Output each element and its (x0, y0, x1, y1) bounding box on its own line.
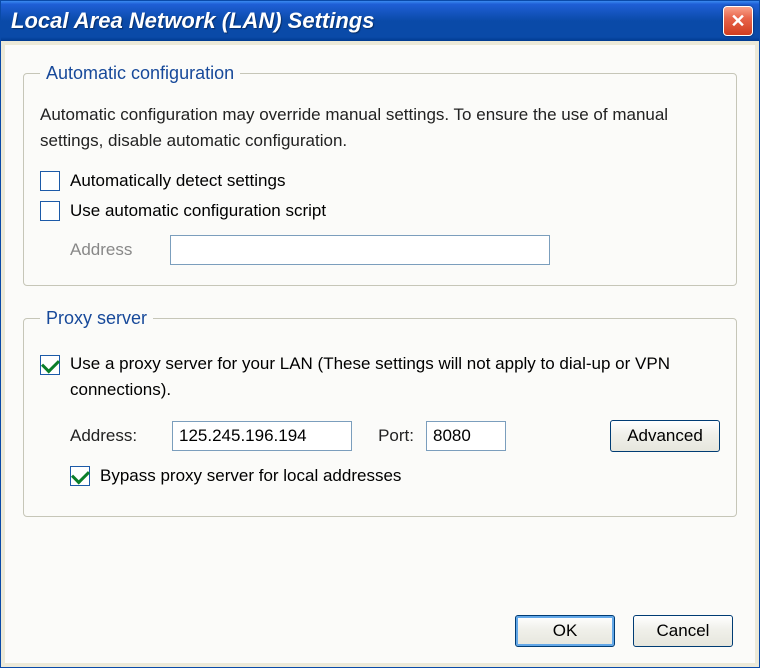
button-bar: OK Cancel (23, 609, 737, 649)
cancel-button[interactable]: Cancel (633, 615, 733, 647)
proxy-server-group: Proxy server Use a proxy server for your… (23, 308, 737, 517)
script-address-input (170, 235, 550, 265)
script-address-row: Address (70, 235, 720, 265)
ok-button[interactable]: OK (515, 615, 615, 647)
automatic-configuration-group: Automatic configuration Automatic config… (23, 63, 737, 286)
proxy-address-input[interactable] (172, 421, 352, 451)
script-address-label: Address (70, 240, 160, 260)
titlebar: Local Area Network (LAN) Settings ✕ (1, 1, 759, 41)
auto-detect-checkbox[interactable] (40, 171, 60, 191)
bypass-checkbox[interactable] (70, 466, 90, 486)
use-script-checkbox[interactable] (40, 201, 60, 221)
auto-config-description: Automatic configuration may override man… (40, 102, 720, 153)
proxy-server-legend: Proxy server (40, 308, 153, 329)
use-proxy-label[interactable]: Use a proxy server for your LAN (These s… (70, 351, 720, 402)
proxy-port-input[interactable] (426, 421, 506, 451)
lan-settings-window: Local Area Network (LAN) Settings ✕ Auto… (0, 0, 760, 668)
close-icon: ✕ (730, 11, 745, 32)
advanced-button[interactable]: Advanced (610, 420, 720, 452)
use-script-row: Use automatic configuration script (40, 201, 720, 221)
use-script-label[interactable]: Use automatic configuration script (70, 201, 326, 221)
dialog-body: Automatic configuration Automatic config… (5, 45, 755, 663)
auto-detect-row: Automatically detect settings (40, 171, 720, 191)
use-proxy-checkbox[interactable] (40, 355, 60, 375)
proxy-address-label: Address: (70, 426, 160, 446)
bypass-label[interactable]: Bypass proxy server for local addresses (100, 466, 401, 486)
proxy-address-row: Address: Port: Advanced (70, 420, 720, 452)
use-proxy-row: Use a proxy server for your LAN (These s… (40, 351, 720, 402)
proxy-port-label: Port: (364, 426, 414, 446)
automatic-configuration-legend: Automatic configuration (40, 63, 240, 84)
bypass-row: Bypass proxy server for local addresses (70, 466, 720, 486)
close-button[interactable]: ✕ (723, 6, 753, 36)
window-title: Local Area Network (LAN) Settings (11, 8, 374, 34)
auto-detect-label[interactable]: Automatically detect settings (70, 171, 285, 191)
